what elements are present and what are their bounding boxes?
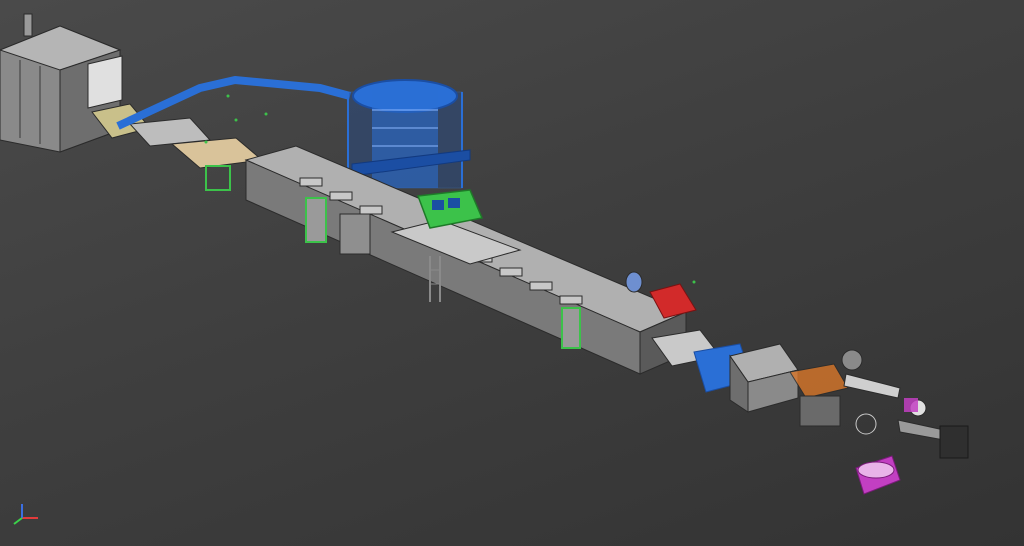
oven-double-door[interactable]: [339, 213, 371, 255]
cad-viewport[interactable]: [0, 0, 1024, 546]
oven-access-door-1[interactable]: [305, 197, 327, 243]
triad-y-axis: [13, 517, 23, 525]
spiral-cooling-tower[interactable]: [347, 79, 471, 189]
oven-access-door-2[interactable]: [561, 307, 581, 349]
downstream-packaging-machines[interactable]: [651, 329, 969, 495]
blue-air-duct[interactable]: [116, 76, 352, 130]
left-enclosure-cabinet[interactable]: [0, 13, 123, 153]
coordinate-triad-icon: [13, 504, 38, 525]
production-line-model[interactable]: [0, 0, 1024, 546]
inclined-conveyor[interactable]: [91, 103, 264, 191]
blue-tank[interactable]: [625, 271, 643, 293]
